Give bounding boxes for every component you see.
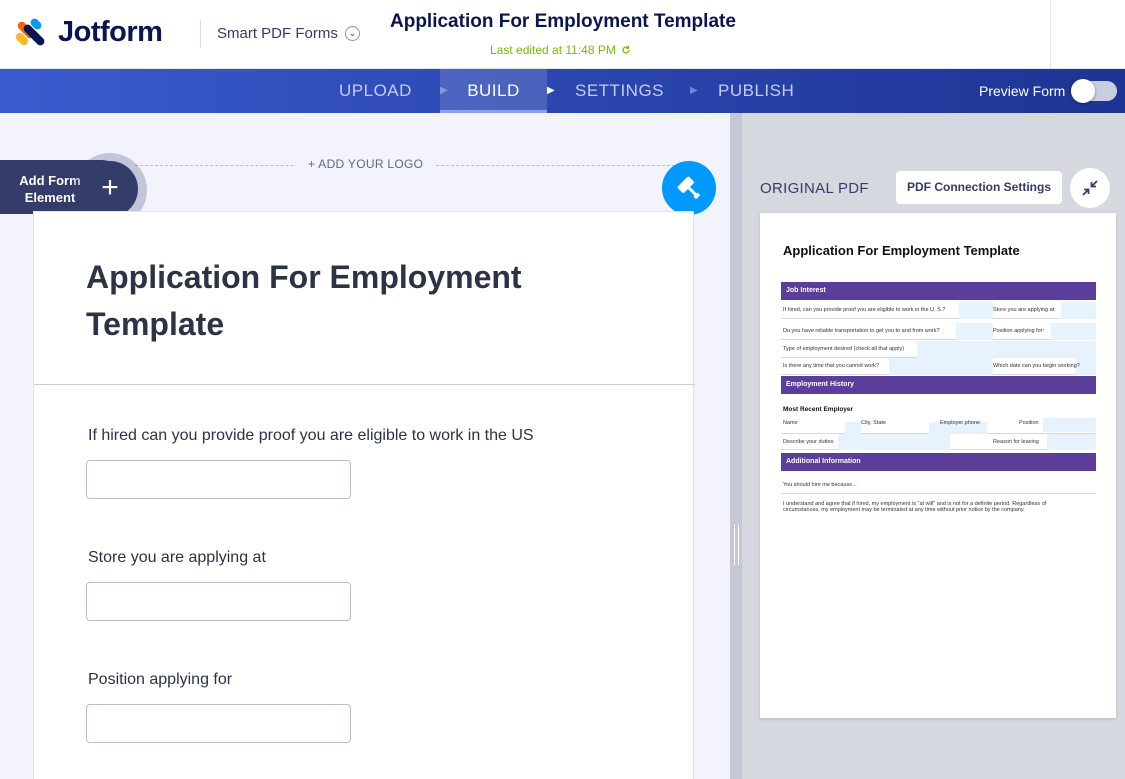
pdf-row: Describe your duties: Reason for leaving <box>781 434 1096 450</box>
add-logo-button[interactable]: + ADD YOUR LOGO <box>296 157 436 171</box>
header-right-divider <box>1050 0 1051 69</box>
tab-settings[interactable]: SETTINGS <box>575 69 664 113</box>
pdf-row-text: Position <box>1019 420 1039 426</box>
document-title[interactable]: Application For Employment Template <box>390 11 736 33</box>
jotform-logo[interactable]: Jotform <box>14 16 163 49</box>
chevron-down-icon: ⌄ <box>344 26 360 41</box>
pdf-agreement-text: I understand and agree that if hired, my… <box>783 501 1047 513</box>
builder-nav: UPLOAD ▶ BUILD ▶ SETTINGS ▶ PUBLISH Prev… <box>0 69 1125 113</box>
step-arrow-icon: ▶ <box>690 85 698 96</box>
form-card: Application For Employment Template If h… <box>33 211 695 779</box>
pdf-fill-field <box>1061 302 1096 319</box>
form-builder-canvas: + ADD YOUR LOGO Add Form Element + Appli… <box>0 113 730 779</box>
pdf-fill-field <box>838 434 950 450</box>
panel-splitter[interactable] <box>730 113 742 779</box>
header-divider <box>200 20 201 48</box>
pdf-row-text: Employer phone <box>940 420 981 426</box>
pdf-row-text: City, State <box>861 420 886 426</box>
pdf-row-text: You should hire me because... <box>783 482 857 488</box>
toggle-knob <box>1071 79 1095 103</box>
tab-build[interactable]: BUILD <box>440 69 547 113</box>
pdf-row: If hired, can you provide proof you are … <box>781 302 1096 319</box>
form-header-divider <box>34 384 695 385</box>
form-designer-button[interactable] <box>662 161 716 215</box>
pdf-row-text: Which date can you begin working? <box>993 363 1080 369</box>
question-label[interactable]: Position applying for <box>88 671 232 689</box>
preview-form-toggle[interactable] <box>1071 79 1117 103</box>
pdf-row-text: Position applying for: <box>993 328 1045 334</box>
pdf-row-text: If hired, can you provide proof you are … <box>783 307 946 313</box>
original-pdf-panel: ORIGINAL PDF PDF Connection Settings App… <box>742 113 1125 779</box>
pdf-row: Name City, State Employer phone Position <box>781 418 1096 434</box>
pdf-fill-field <box>1051 323 1096 340</box>
pdf-fill-field <box>845 422 861 434</box>
paint-roller-icon <box>677 176 700 199</box>
pdf-row-text: Do you have reliable transportation to g… <box>783 328 940 334</box>
pdf-title: Application For Employment Template <box>783 243 1020 258</box>
collapse-arrows-icon <box>1082 180 1098 196</box>
jotform-logo-icon <box>14 16 47 48</box>
text-input-field[interactable] <box>86 460 351 499</box>
pdf-fill-field <box>1047 434 1096 450</box>
tab-publish[interactable]: PUBLISH <box>718 69 794 113</box>
pdf-fill-field <box>959 302 993 319</box>
pdf-row-text: Name <box>783 420 798 426</box>
form-title[interactable]: Application For Employment Template <box>86 254 566 348</box>
pdf-row: Type of employment desired (check all th… <box>781 341 1096 358</box>
brand-name: Jotform <box>58 16 163 48</box>
plus-icon: + <box>82 161 138 217</box>
pdf-subheading: Most Recent Employer <box>783 406 854 413</box>
step-arrow-icon: ▶ <box>547 85 555 96</box>
pdf-fill-field <box>889 358 993 375</box>
product-switcher[interactable]: Smart PDF Forms ⌄ <box>217 25 360 42</box>
pdf-section-band: Job Interest <box>781 282 1096 300</box>
pdf-row-text: Reason for leaving <box>993 439 1039 445</box>
question-label[interactable]: Store you are applying at <box>88 549 266 567</box>
pdf-row: You should hire me because... <box>781 477 1096 494</box>
preview-form-label: Preview Form <box>979 83 1066 99</box>
pdf-page-preview: Application For Employment Template Job … <box>760 213 1116 718</box>
pdf-row: Do you have reliable transportation to g… <box>781 323 1096 340</box>
original-pdf-label: ORIGINAL PDF <box>760 180 869 197</box>
pdf-row-text: Describe your duties: <box>783 439 835 445</box>
text-input-field[interactable] <box>86 704 351 743</box>
pdf-row-text: Type of employment desired (check all th… <box>783 346 905 352</box>
last-edited-status: Last edited at 11:48 PM <box>490 43 631 57</box>
pdf-section-band: Employment History <box>781 376 1096 394</box>
pdf-connection-settings-button[interactable]: PDF Connection Settings <box>896 171 1062 204</box>
last-edited-text: Last edited at 11:48 PM <box>490 43 616 57</box>
pdf-fill-field <box>917 341 1096 358</box>
pdf-section-band: Additional Information <box>781 453 1096 471</box>
text-input-field[interactable] <box>86 582 351 621</box>
product-name: Smart PDF Forms <box>217 25 338 42</box>
pdf-fill-field <box>1043 418 1096 432</box>
drag-handle-icon[interactable] <box>734 525 739 565</box>
pdf-row: Is there any time that you cannot work? … <box>781 358 1096 375</box>
tab-upload[interactable]: UPLOAD <box>339 69 412 113</box>
pdf-fill-field <box>956 323 993 340</box>
collapse-panel-button[interactable] <box>1070 168 1110 208</box>
top-header: Jotform Smart PDF Forms ⌄ Application Fo… <box>0 0 1125 69</box>
refresh-icon <box>622 45 630 54</box>
question-label[interactable]: If hired can you provide proof you are e… <box>88 427 534 445</box>
pdf-row-text: Is there any time that you cannot work? <box>783 363 879 369</box>
pdf-row-text: Store you are applying at: <box>993 307 1056 313</box>
